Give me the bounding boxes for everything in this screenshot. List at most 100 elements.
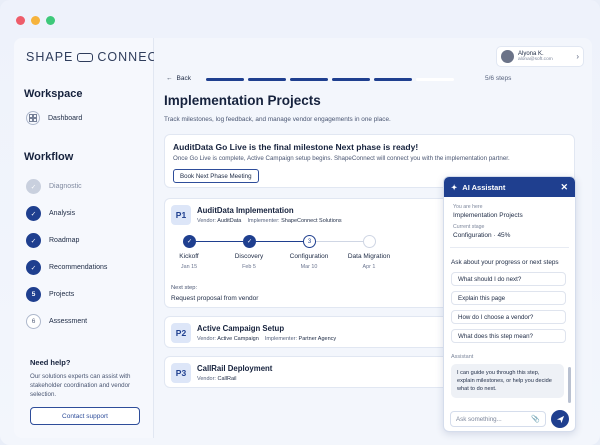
- progress-segment: [374, 78, 412, 81]
- project-title: CallRail Deployment: [197, 364, 273, 373]
- vendor-value: AuditData: [217, 218, 242, 224]
- implementer-value: ShapeConnect Solutions: [281, 218, 342, 224]
- avatar: [501, 50, 514, 63]
- send-button[interactable]: [551, 410, 569, 428]
- assistant-message: I can guide you through this step, expla…: [451, 364, 564, 398]
- implementer-label: Implementer:: [247, 218, 280, 224]
- maximize-window-dot[interactable]: [46, 16, 55, 25]
- ai-assistant-header: ✦ AI Assistant ✕: [444, 177, 575, 197]
- sidebar-step-analysis[interactable]: ✓ Analysis: [26, 200, 107, 227]
- send-icon: [556, 415, 564, 423]
- vendor-value: CallRail: [217, 376, 237, 382]
- ai-assistant-panel: ✦ AI Assistant ✕ You are here Implementa…: [443, 176, 576, 432]
- arrow-left-icon: ←: [166, 75, 173, 82]
- progress-segment: [206, 78, 244, 81]
- sidebar-step-roadmap[interactable]: ✓ Roadmap: [26, 227, 107, 254]
- sidebar-step-recommendations[interactable]: ✓ Recommendations: [26, 254, 107, 281]
- milestone-timeline: ✓ Kickoff Jan 15 ✓ Discovery Feb 5 3 Configurat…: [179, 235, 453, 275]
- book-meeting-button[interactable]: Book Next Phase Meeting: [173, 169, 259, 183]
- brand-logo[interactable]: SHAPE CONNECT: [26, 50, 166, 64]
- timeline-connector: [256, 241, 303, 242]
- back-button[interactable]: ← Back: [166, 75, 191, 82]
- chat-input[interactable]: Ask something... 📎: [450, 411, 546, 427]
- chevron-right-icon: ›: [576, 52, 579, 61]
- milestone-check-icon[interactable]: ✓: [183, 235, 196, 248]
- progress-segment: [416, 78, 454, 81]
- milestone-check-icon[interactable]: ✓: [243, 235, 256, 248]
- vendor-label: Vendor:: [197, 218, 216, 224]
- assistant-reply-label: Assistant: [451, 354, 474, 360]
- close-window-dot[interactable]: [16, 16, 25, 25]
- timeline-connector: [316, 241, 363, 242]
- close-icon[interactable]: ✕: [560, 182, 568, 193]
- contact-support-button[interactable]: Contact support: [30, 407, 140, 425]
- user-menu[interactable]: Alyona K. alona@soft.com ›: [496, 46, 584, 67]
- step-label: Roadmap: [49, 237, 80, 244]
- stage-value: Configuration · 45%: [453, 232, 511, 239]
- progress-segment: [248, 78, 286, 81]
- step-progress-bar: [206, 78, 454, 81]
- check-icon: ✓: [26, 233, 41, 248]
- check-icon: ✓: [26, 206, 41, 221]
- check-icon: ✓: [26, 260, 41, 275]
- user-email: alona@soft.com: [518, 57, 553, 62]
- vendor-label: Vendor:: [197, 336, 216, 342]
- ask-prompt-label: Ask about your progress or next steps: [451, 259, 559, 266]
- workflow-steps: ✓ Diagnostic ✓ Analysis ✓ Roadmap ✓ Recommendat…: [26, 173, 107, 335]
- page-title: Implementation Projects: [164, 93, 321, 108]
- step-number: 6: [26, 314, 41, 329]
- vendor-value: Active Campaign: [217, 336, 259, 342]
- step-label: Diagnostic: [49, 183, 82, 190]
- sidebar-step-diagnostic[interactable]: ✓ Diagnostic: [26, 173, 107, 200]
- suggestion-chip[interactable]: Explain this page: [451, 291, 566, 305]
- dashboard-label: Dashboard: [48, 114, 83, 122]
- chat-input-placeholder: Ask something...: [456, 415, 502, 423]
- suggestion-chip[interactable]: What does this step mean?: [451, 329, 566, 343]
- project-badge: P3: [171, 363, 191, 383]
- suggestion-chip[interactable]: How do I choose a vendor?: [451, 310, 566, 324]
- step-label: Recommendations: [49, 264, 108, 271]
- workspace-heading: Workspace: [24, 88, 83, 100]
- vendor-label: Vendor:: [197, 376, 216, 382]
- milestone-label: Data Migration: [347, 253, 391, 260]
- help-title: Need help?: [30, 358, 71, 367]
- timeline-connector: [196, 241, 243, 242]
- project-meta: Vendor: CallRail: [197, 376, 236, 382]
- sidebar-item-dashboard[interactable]: Dashboard: [26, 111, 82, 125]
- check-icon: ✓: [26, 179, 41, 194]
- chat-scrollbar[interactable]: [568, 367, 571, 403]
- milestone-node[interactable]: [363, 235, 376, 248]
- assistant-context: You are here Implementation Projects Cur…: [450, 201, 569, 248]
- project-badge: P1: [171, 205, 191, 225]
- stage-label: Current stage: [453, 224, 485, 230]
- window-controls: [16, 16, 55, 25]
- sidebar-step-assessment[interactable]: 6 Assessment: [26, 308, 107, 335]
- here-value: Implementation Projects: [453, 212, 523, 219]
- sidebar: SHAPE CONNECT Workspace Dashboard Workfl…: [14, 38, 165, 438]
- step-label: Projects: [49, 291, 75, 298]
- page-subtitle: Track milestones, log feedback, and mana…: [164, 116, 391, 123]
- step-progress-count: 5/6 steps: [485, 75, 512, 82]
- back-label: Back: [176, 75, 191, 82]
- help-text: Our solutions experts can assist with st…: [30, 373, 131, 398]
- step-number: 5: [26, 287, 41, 302]
- sidebar-step-projects[interactable]: 5 Projects: [26, 281, 107, 308]
- progress-segment: [332, 78, 370, 81]
- step-label: Assessment: [49, 318, 88, 325]
- progress-segment: [290, 78, 328, 81]
- milestone-node[interactable]: 3: [303, 235, 316, 248]
- help-panel: Need help? Our solutions experts can ass…: [30, 358, 150, 425]
- banner-text: Once Go Live is complete, Active Campaig…: [173, 155, 510, 162]
- next-step-value: Request proposal from vendor: [171, 295, 259, 302]
- milestone-date: Apr 1: [362, 264, 376, 270]
- minimize-window-dot[interactable]: [31, 16, 40, 25]
- project-title: AuditData Implementation: [197, 206, 294, 215]
- implementer-value: Partner Agency: [298, 336, 337, 342]
- app-window: SHAPE CONNECT Workspace Dashboard Workfl…: [0, 0, 600, 445]
- suggestion-chip[interactable]: What should I do next?: [451, 272, 566, 286]
- project-title: Active Campaign Setup: [197, 324, 285, 333]
- paperclip-icon[interactable]: 📎: [531, 415, 540, 423]
- implementer-label: Implementer:: [264, 336, 298, 342]
- here-label: You are here: [453, 204, 483, 210]
- sparkle-icon: ✦: [451, 182, 458, 192]
